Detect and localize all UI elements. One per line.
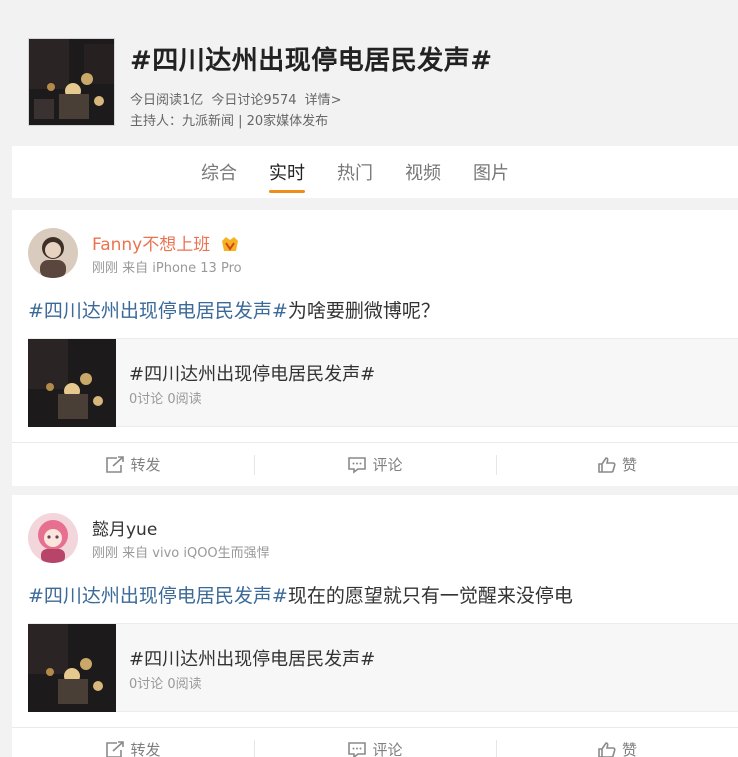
post-card: Fanny不想上班 刚刚 来自 iPhone 13 Pro #四川达州出现停电居… xyxy=(12,210,738,486)
tab-hot[interactable]: 热门 xyxy=(337,146,373,198)
avatar[interactable] xyxy=(28,513,78,563)
tab-realtime[interactable]: 实时 xyxy=(269,146,305,198)
shared-topic-stats: 0讨论 0阅读 xyxy=(129,677,202,692)
shared-topic-thumbnail xyxy=(28,624,116,712)
repost-icon xyxy=(106,455,125,473)
repost-icon xyxy=(106,740,125,757)
shared-topic-card[interactable]: #四川达州出现停电居民发声# 0讨论 0阅读 xyxy=(28,338,738,427)
post-text: #四川达州出现停电居民发声#现在的愿望就只有一觉醒来没停电 xyxy=(28,581,573,608)
like-label: 赞 xyxy=(621,456,637,474)
comment-icon xyxy=(348,456,367,474)
avatar[interactable] xyxy=(28,228,78,278)
author-name[interactable]: Fanny不想上班 xyxy=(92,230,240,255)
repost-button[interactable]: 转发 xyxy=(12,728,254,757)
vip-badge-icon xyxy=(221,237,238,251)
post-actions: 转发 评论 赞 xyxy=(12,442,738,486)
comment-label: 评论 xyxy=(372,456,403,474)
post-actions: 转发 评论 赞 xyxy=(12,727,738,757)
topic-discussions: 今日讨论9574 xyxy=(211,93,297,108)
post-meta: 刚刚 来自 vivo iQOO生而强悍 xyxy=(92,546,270,561)
comment-label: 评论 xyxy=(372,741,403,757)
comment-button[interactable]: 评论 xyxy=(254,728,496,757)
topic-thumbnail[interactable] xyxy=(28,38,115,126)
post-meta: 刚刚 来自 iPhone 13 Pro xyxy=(92,261,242,276)
comment-icon xyxy=(348,741,367,757)
shared-topic-title: #四川达州出现停电居民发声# xyxy=(129,649,376,670)
topic-header: #四川达州出现停电居民发声# 今日阅读1亿 今日讨论9574 详情> 主持人：九… xyxy=(0,0,738,146)
post-body: 为啥要删微博呢？ xyxy=(287,300,440,322)
hashtag-link[interactable]: #四川达州出现停电居民发声# xyxy=(28,585,288,607)
author-name-text: Fanny不想上班 xyxy=(92,235,211,255)
thumbs-up-icon xyxy=(598,741,616,757)
post-body: 现在的愿望就只有一觉醒来没停电 xyxy=(287,585,573,607)
tab-images[interactable]: 图片 xyxy=(473,146,509,198)
topic-details-link[interactable]: 详情> xyxy=(305,93,342,108)
author-name[interactable]: 懿月yue xyxy=(92,515,157,540)
repost-label: 转发 xyxy=(130,456,161,474)
hashtag-link[interactable]: #四川达州出现停电居民发声# xyxy=(28,300,288,322)
tab-all[interactable]: 综合 xyxy=(201,146,237,198)
shared-topic-thumbnail xyxy=(28,339,116,427)
repost-label: 转发 xyxy=(130,741,161,757)
shared-topic-card[interactable]: #四川达州出现停电居民发声# 0讨论 0阅读 xyxy=(28,623,738,712)
like-button[interactable]: 赞 xyxy=(496,443,738,486)
shared-topic-title: #四川达州出现停电居民发声# xyxy=(129,364,376,385)
topic-title: #四川达州出现停电居民发声# xyxy=(130,46,493,76)
shared-topic-stats: 0讨论 0阅读 xyxy=(129,392,202,407)
post-card: 懿月yue 刚刚 来自 vivo iQOO生而强悍 #四川达州出现停电居民发声#… xyxy=(12,495,738,757)
like-button[interactable]: 赞 xyxy=(496,728,738,757)
post-text: #四川达州出现停电居民发声#为啥要删微博呢？ xyxy=(28,296,440,323)
thumbs-up-icon xyxy=(598,456,616,473)
topic-host: 主持人：九派新闻 | 20家媒体发布 xyxy=(130,114,329,129)
topic-reads: 今日阅读1亿 xyxy=(130,93,204,108)
tab-video[interactable]: 视频 xyxy=(405,146,441,198)
comment-button[interactable]: 评论 xyxy=(254,443,496,486)
topic-tabs: 综合 实时 热门 视频 图片 xyxy=(12,146,738,198)
repost-button[interactable]: 转发 xyxy=(12,443,254,486)
topic-stats: 今日阅读1亿 今日讨论9574 详情> xyxy=(130,89,346,108)
like-label: 赞 xyxy=(621,741,637,757)
